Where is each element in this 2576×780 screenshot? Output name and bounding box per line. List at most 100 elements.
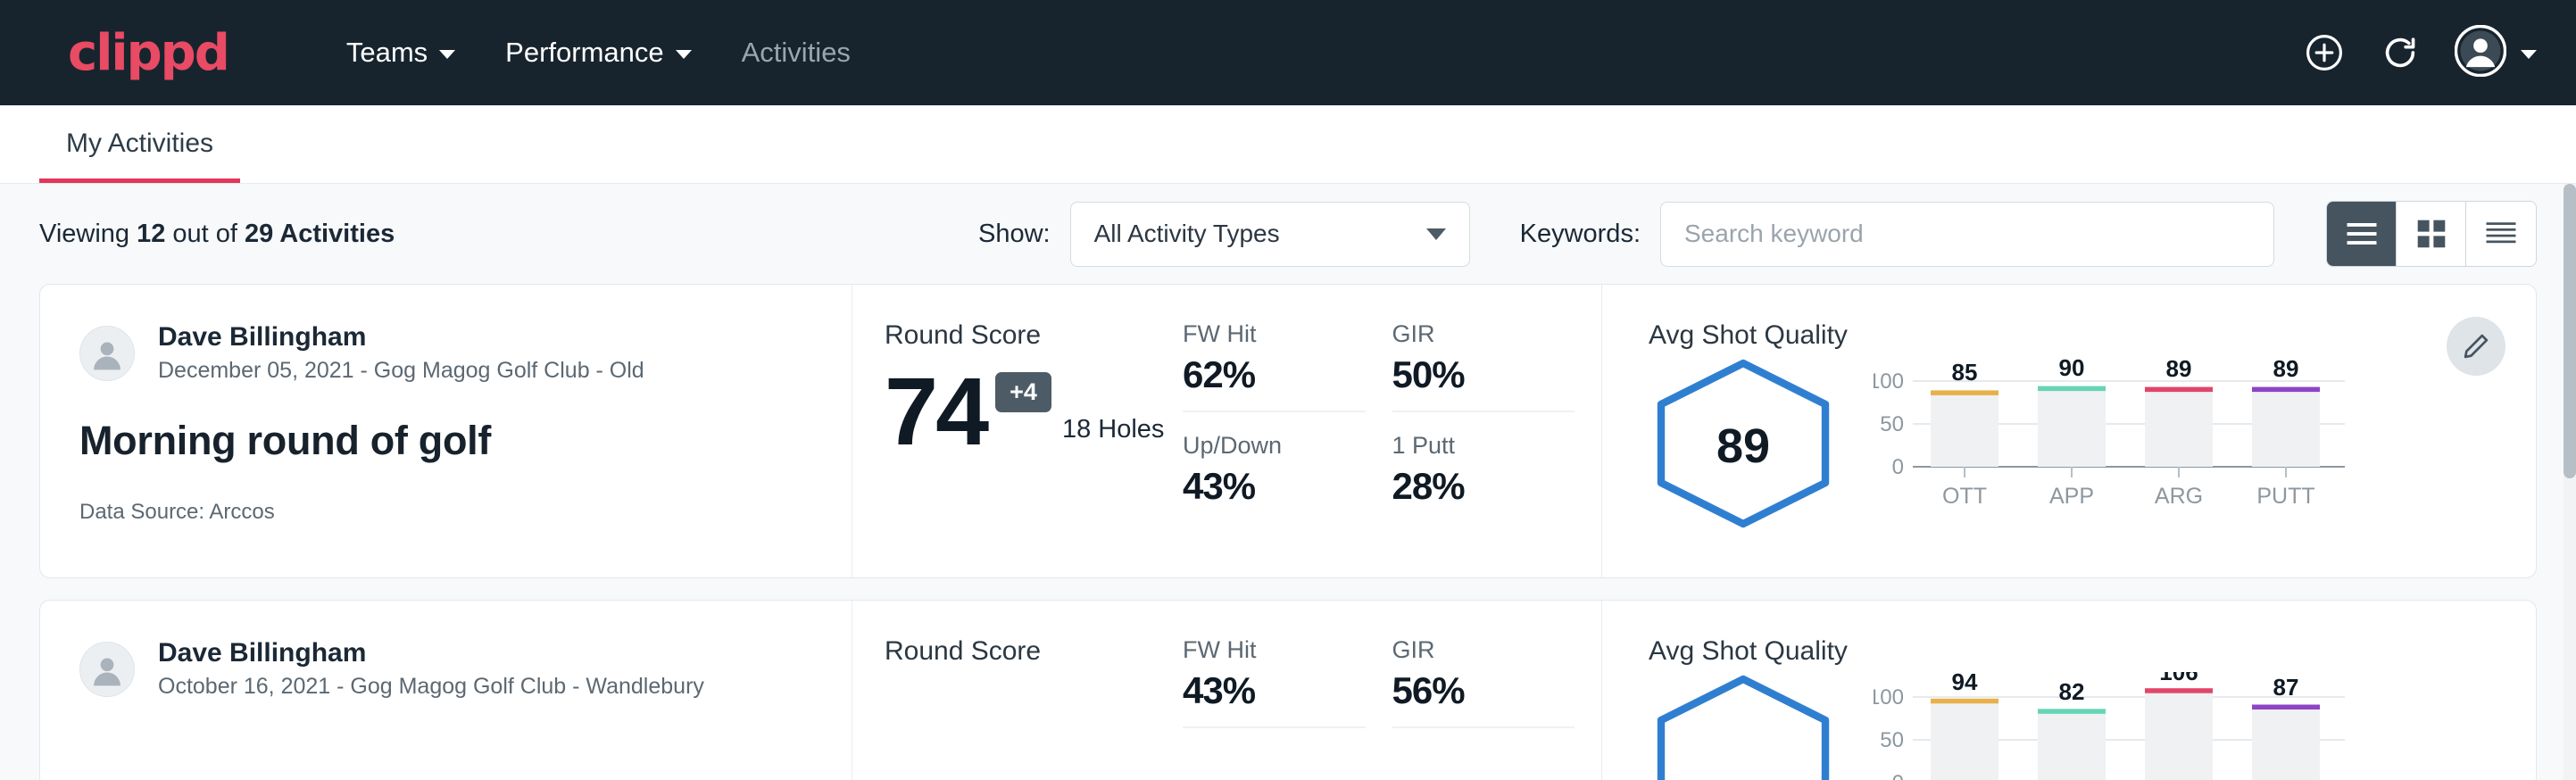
nav-item-activities-label: Activities: [742, 37, 851, 69]
activity-type-select-value: All Activity Types: [1094, 220, 1280, 248]
svg-text:87: 87: [2273, 674, 2299, 701]
shot-quality-body: 89 100 50 0: [1649, 356, 2536, 535]
nav-item-teams[interactable]: Teams: [321, 37, 480, 69]
activity-author-name: Dave Billingham: [158, 320, 644, 354]
shot-quality-column: Avg Shot Quality 89 100 50 0: [1602, 285, 2536, 577]
svg-text:0: 0: [1892, 771, 1904, 780]
show-label: Show:: [978, 220, 1051, 249]
svg-text:82: 82: [2059, 678, 2085, 705]
round-score-row: 74 +4 18 Holes: [885, 367, 1183, 455]
keywords-label: Keywords:: [1520, 220, 1641, 249]
toolbar-controls: Show: All Activity Types Keywords:: [978, 201, 2537, 267]
viewing-total: 29 Activities: [245, 220, 395, 248]
activity-info-column: Dave Billingham October 16, 2021 - Gog M…: [40, 601, 852, 780]
stat-up-down-value: 43%: [1183, 465, 1366, 508]
chevron-down-icon: [2521, 50, 2537, 59]
refresh-icon[interactable]: [2380, 32, 2421, 73]
stat-gir: GIR 56%: [1392, 636, 1575, 728]
svg-text:50: 50: [1880, 412, 1904, 436]
nav-item-activities[interactable]: Activities: [717, 37, 876, 69]
stat-fw-hit-label: FW Hit: [1183, 320, 1366, 348]
svg-text:PUTT: PUTT: [2256, 484, 2314, 509]
view-mode-toggle-group: [2326, 201, 2537, 267]
stat-up-down-label: Up/Down: [1183, 432, 1366, 460]
viewing-mid: out of: [165, 220, 245, 248]
account-avatar-icon: [2455, 25, 2506, 81]
avatar: [79, 326, 135, 381]
activity-author-name: Dave Billingham: [158, 636, 704, 670]
viewing-prefix: Viewing: [39, 220, 137, 248]
stat-fw-hit: FW Hit 62%: [1183, 320, 1366, 412]
tab-my-activities[interactable]: My Activities: [39, 129, 240, 183]
activity-card[interactable]: Dave Billingham December 05, 2021 - Gog …: [39, 284, 2537, 578]
page-scrollbar-thumb[interactable]: [2564, 184, 2576, 478]
activity-author-text: Dave Billingham October 16, 2021 - Gog M…: [158, 636, 704, 701]
app-logo[interactable]: clippd: [68, 24, 229, 82]
tab-bar: My Activities: [0, 105, 2576, 184]
svg-text:0: 0: [1892, 455, 1904, 479]
shot-quality-body: 100 50 0 94: [1649, 672, 2536, 780]
round-holes-label: 18 Holes: [1062, 415, 1164, 455]
stat-fw-hit-value: 62%: [1183, 353, 1366, 396]
shot-quality-bar-chart: 100 50 0: [1874, 356, 2356, 535]
primary-nav: Teams Performance Activities: [321, 37, 876, 69]
shot-quality-bar-chart: 100 50 0 94: [1874, 672, 2356, 780]
shot-quality-hexagon: 89: [1649, 356, 1838, 535]
stat-gir-label: GIR: [1392, 320, 1575, 348]
view-mode-compact-button[interactable]: [2466, 202, 2536, 266]
add-circle-icon[interactable]: [2303, 31, 2346, 74]
nav-item-teams-label: Teams: [346, 37, 428, 69]
svg-text:ARG: ARG: [2155, 484, 2203, 509]
round-score-value: 74: [885, 367, 986, 455]
svg-text:100: 100: [1874, 369, 1904, 394]
activity-card[interactable]: Dave Billingham October 16, 2021 - Gog M…: [39, 600, 2537, 780]
filter-toolbar: Viewing 12 out of 29 Activities Show: Al…: [0, 184, 2576, 284]
stat-gir: GIR 50%: [1392, 320, 1575, 412]
nav-item-performance-label: Performance: [505, 37, 663, 69]
activity-type-select[interactable]: All Activity Types: [1070, 202, 1470, 267]
svg-text:90: 90: [2059, 356, 2085, 381]
shot-quality-value: [1649, 672, 1838, 780]
svg-text:94: 94: [1952, 672, 1978, 695]
activity-list: Dave Billingham December 05, 2021 - Gog …: [0, 284, 2576, 780]
tab-my-activities-label: My Activities: [66, 129, 213, 158]
round-score-column: Round Score: [852, 601, 1183, 780]
nav-item-performance[interactable]: Performance: [480, 37, 716, 69]
activity-data-source: Data Source: Arccos: [79, 500, 812, 525]
activity-author: Dave Billingham December 05, 2021 - Gog …: [79, 320, 812, 386]
stat-gir-value: 50%: [1392, 353, 1575, 396]
chevron-down-icon: [1426, 228, 1446, 240]
svg-text:OTT: OTT: [1942, 484, 1987, 509]
edit-activity-button[interactable]: [2447, 317, 2505, 376]
stat-up-down: Up/Down 43%: [1183, 432, 1366, 522]
view-mode-list-button[interactable]: [2327, 202, 2397, 266]
svg-text:100: 100: [1874, 685, 1904, 709]
svg-text:89: 89: [2166, 356, 2192, 382]
round-score-label: Round Score: [885, 636, 1183, 667]
chevron-down-icon: [439, 50, 455, 59]
viewing-summary: Viewing 12 out of 29 Activities: [39, 220, 395, 249]
stat-fw-hit-label: FW Hit: [1183, 636, 1366, 664]
round-stats-grid: FW Hit 43% GIR 56%: [1183, 601, 1602, 780]
stat-gir-value: 56%: [1392, 669, 1575, 712]
stat-one-putt: 1 Putt 28%: [1392, 432, 1575, 522]
stat-fw-hit: FW Hit 43%: [1183, 636, 1366, 728]
activity-meta: December 05, 2021 - Gog Magog Golf Club …: [158, 356, 644, 386]
activity-author-text: Dave Billingham December 05, 2021 - Gog …: [158, 320, 644, 386]
chevron-down-icon: [676, 50, 692, 59]
account-menu[interactable]: [2455, 25, 2537, 81]
avatar: [79, 642, 135, 697]
stat-gir-label: GIR: [1392, 636, 1575, 664]
round-score-delta-badge: +4: [995, 372, 1051, 412]
activity-info-column: Dave Billingham December 05, 2021 - Gog …: [40, 285, 852, 577]
view-mode-grid-button[interactable]: [2397, 202, 2466, 266]
stat-one-putt-label: 1 Putt: [1392, 432, 1575, 460]
top-navbar: clippd Teams Performance Activities: [0, 0, 2576, 105]
svg-text:85: 85: [1952, 359, 1978, 386]
activity-title: Morning round of golf: [79, 418, 812, 464]
page-scrollbar[interactable]: [2564, 184, 2576, 780]
search-input[interactable]: [1660, 202, 2274, 267]
svg-text:106: 106: [2159, 672, 2198, 685]
round-score-label: Round Score: [885, 320, 1183, 351]
shot-quality-column: Avg Shot Quality 100 50 0: [1602, 601, 2536, 780]
